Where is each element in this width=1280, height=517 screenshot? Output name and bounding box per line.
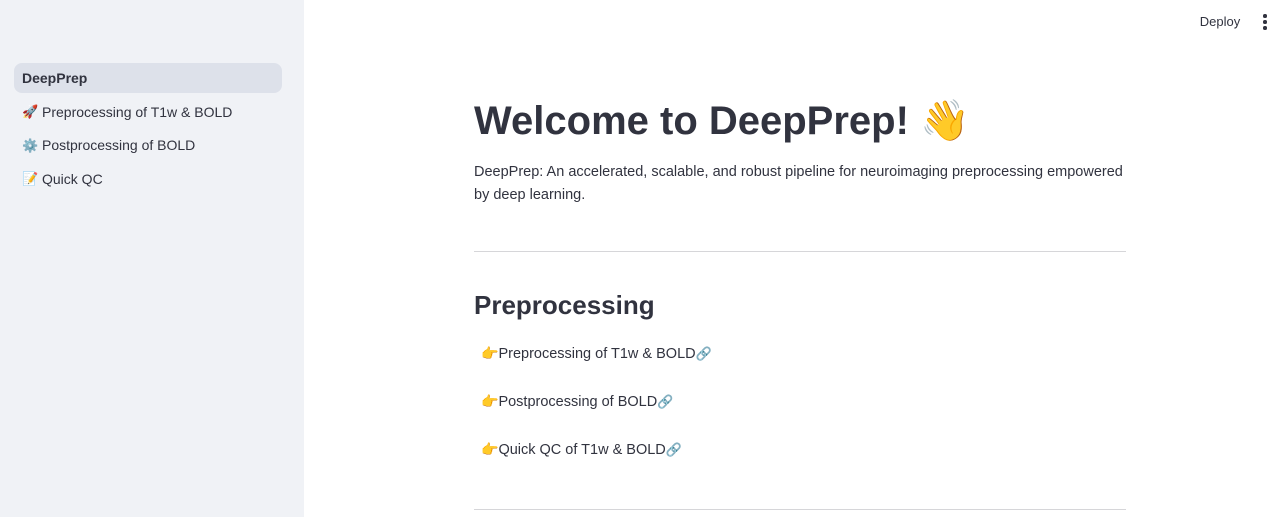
section-heading-preprocessing: Preprocessing [474, 290, 655, 320]
memo-icon: 📝 [22, 171, 39, 186]
link-icon[interactable]: 🔗 [666, 442, 682, 457]
sidebar-item-label: Preprocessing of T1w & BOLD [42, 103, 233, 120]
link-icon[interactable]: 🔗 [696, 346, 712, 361]
divider [474, 251, 1126, 252]
link-preprocessing[interactable]: Preprocessing of T1w & BOLD [498, 346, 695, 362]
gear-icon: ⚙️ [22, 137, 39, 153]
link-item-postprocessing: 👉Postprocessing of BOLD🔗 [481, 390, 673, 413]
sidebar-item-label: DeepPrep [22, 70, 88, 86]
kebab-dot [1263, 20, 1267, 24]
link-postprocessing[interactable]: Postprocessing of BOLD [498, 394, 657, 410]
kebab-dot [1263, 26, 1267, 30]
sidebar-item-quick-qc[interactable]: 📝 Quick QC [14, 164, 282, 194]
divider [474, 509, 1126, 510]
link-item-preprocessing: 👉Preprocessing of T1w & BOLD🔗 [481, 342, 712, 365]
pointing-hand-icon: 👉 [481, 441, 499, 457]
deploy-button[interactable]: Deploy [1193, 10, 1247, 34]
kebab-dot [1263, 14, 1267, 18]
app-root: DeepPrep 🚀 Preprocessing of T1w & BOLD ⚙… [0, 0, 1280, 517]
rocket-icon: 🚀 [22, 104, 39, 119]
pointing-hand-icon: 👉 [481, 393, 499, 409]
page-title: Welcome to DeepPrep! 👋 [474, 99, 970, 143]
intro-text: DeepPrep: An accelerated, scalable, and … [474, 164, 1123, 203]
sidebar-item-deepprep[interactable]: DeepPrep [14, 63, 282, 93]
link-quick-qc[interactable]: Quick QC of T1w & BOLD [498, 442, 665, 458]
sidebar-nav: DeepPrep 🚀 Preprocessing of T1w & BOLD ⚙… [14, 63, 282, 197]
sidebar-item-label: Postprocessing of BOLD [42, 137, 196, 153]
link-icon[interactable]: 🔗 [657, 394, 673, 409]
sidebar: DeepPrep 🚀 Preprocessing of T1w & BOLD ⚙… [0, 0, 304, 517]
pointing-hand-icon: 👉 [481, 345, 499, 361]
sidebar-item-label: Quick QC [42, 170, 103, 187]
link-item-quick-qc: 👉Quick QC of T1w & BOLD🔗 [481, 438, 682, 461]
sidebar-item-postprocessing[interactable]: ⚙️ Postprocessing of BOLD [14, 130, 282, 160]
kebab-menu-icon[interactable] [1256, 11, 1274, 33]
sidebar-item-preprocessing[interactable]: 🚀 Preprocessing of T1w & BOLD [14, 97, 282, 127]
